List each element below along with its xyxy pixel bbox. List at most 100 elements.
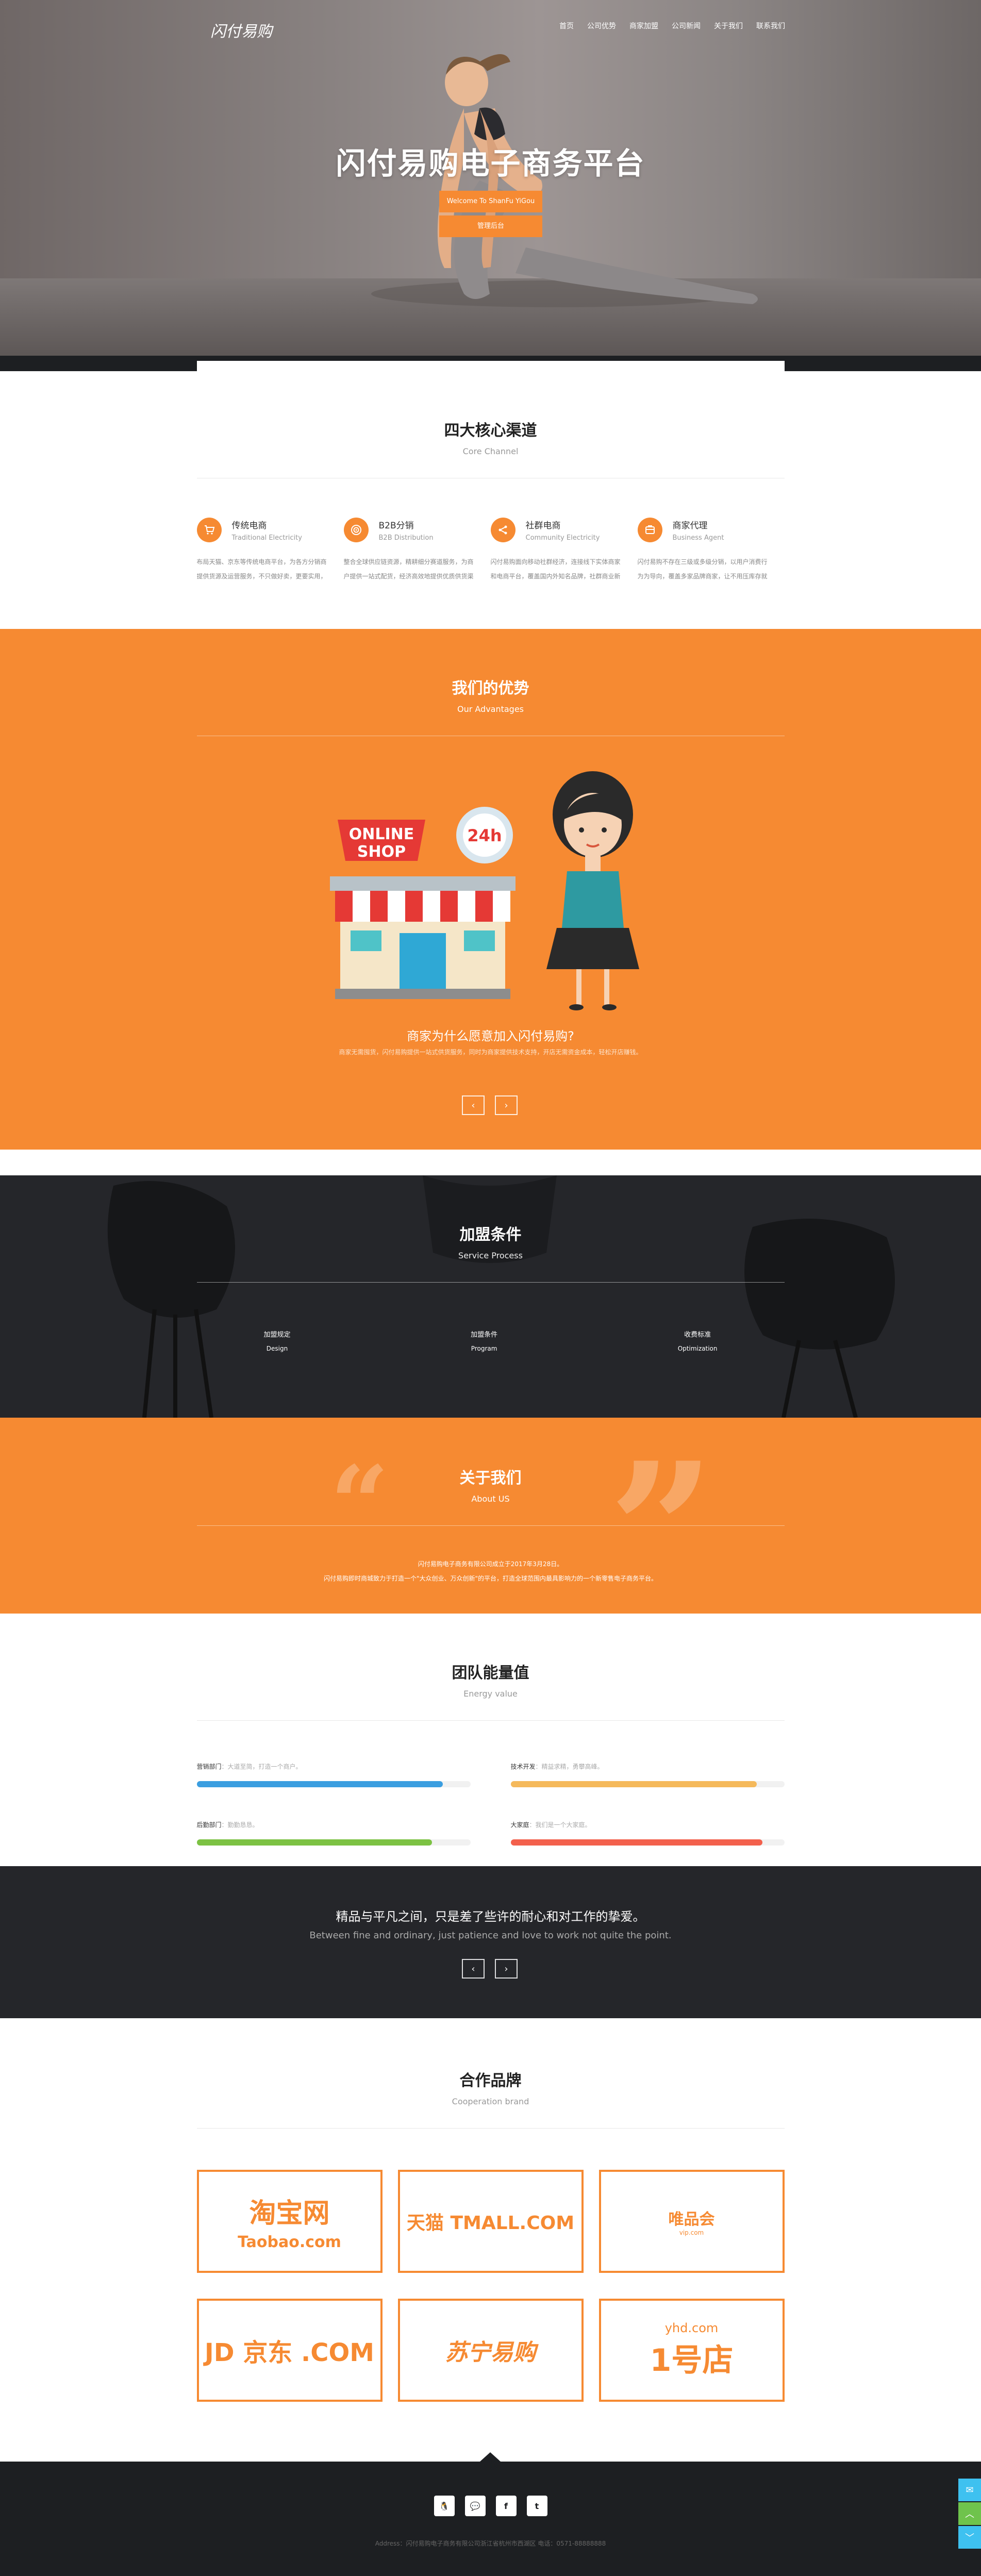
channel-item[interactable]: B2B分销 B2B Distribution 整合全球供应链资源，精耕细分赛道服… <box>343 518 491 584</box>
energy-bar: 后勤部门：勤勤恳恳。 <box>196 1820 471 1846</box>
brand-suning[interactable]: 苏宁易购 <box>397 2299 584 2402</box>
team-energy-section: 团队能量值 Energy value 营销部门：大道至简，打造一个商户。 技术开… <box>0 1614 981 1866</box>
brand-vip[interactable]: 唯品会 vip.com <box>598 2170 785 2273</box>
brand-name: 苏宁易购 <box>445 2339 536 2366</box>
bar-track <box>510 1839 785 1846</box>
divider <box>196 2128 785 2129</box>
menu-item-news[interactable]: 公司新闻 <box>672 21 701 31</box>
scroll-up-icon[interactable]: ︿ <box>958 2502 981 2525</box>
menu-item-home[interactable]: 首页 <box>559 21 574 31</box>
join-conditions-item[interactable]: 加盟条件 Program <box>471 1329 497 1352</box>
brand-jd[interactable]: JD 京东 .COM <box>196 2299 383 2402</box>
brand-domain: yhd.com <box>664 2320 719 2335</box>
channel-item[interactable]: 社群电商 Community Electricity 闪付易购面向移动社群经济，… <box>490 518 638 584</box>
energy-bar: 营销部门：大道至简，打造一个商户。 <box>196 1762 471 1787</box>
bar-note: 精益求精，勇攀高峰。 <box>541 1763 604 1770</box>
24h-badge: 24h <box>467 826 502 845</box>
section-title: 合作品牌 <box>459 2072 522 2090</box>
menu-item-contact[interactable]: 联系我们 <box>756 21 785 31</box>
bar-note: 我们是一个大家庭。 <box>535 1821 591 1829</box>
section-subtitle: Cooperation brand <box>452 2097 529 2106</box>
bar-fill <box>196 1781 443 1787</box>
bar-name: 技术开发 <box>510 1763 536 1770</box>
energy-bar: 技术开发：精益求精，勇攀高峰。 <box>510 1762 785 1787</box>
prev-arrow-icon[interactable]: ‹ <box>462 1095 485 1115</box>
qq-icon[interactable]: 🐧 <box>434 2496 455 2516</box>
divider <box>196 1525 785 1526</box>
brand-taobao[interactable]: 淘宝网 Taobao.com <box>196 2170 383 2273</box>
divider <box>196 1282 785 1283</box>
next-arrow-icon[interactable]: › <box>495 1959 518 1979</box>
about-section: “ ” 关于我们 About US 闪付易购电子商务有限公司成立于2017年3月… <box>0 1418 981 1614</box>
menu-item-about[interactable]: 关于我们 <box>714 21 743 31</box>
twitter-icon[interactable]: t <box>526 2496 547 2516</box>
side-toolbar: ✉ ︿ ﹀ <box>958 2479 981 2550</box>
bar-fill <box>510 1781 757 1787</box>
menu-item-advantages[interactable]: 公司优势 <box>587 21 616 31</box>
bar-fill <box>196 1839 433 1846</box>
prev-arrow-icon[interactable]: ‹ <box>462 1959 485 1979</box>
section-subtitle: Core Channel <box>462 446 519 456</box>
bar-fill <box>510 1839 763 1846</box>
logo-text: 闪付易购 <box>210 23 272 41</box>
share-icon <box>490 518 516 542</box>
brand-yhd[interactable]: yhd.com 1号店 <box>598 2299 785 2402</box>
join-fees-item[interactable]: 收费标准 Optimization <box>678 1329 718 1352</box>
admin-button[interactable]: 管理后台 <box>439 215 542 237</box>
bar-note: 大道至简，打造一个商户。 <box>227 1763 302 1770</box>
motto-chinese: 精品与平凡之间，只是差了些许的耐心和对工作的挚爱。 <box>336 1909 645 1924</box>
join-item-label: 加盟规定 <box>263 1331 291 1339</box>
welcome-button[interactable]: Welcome To ShanFu YiGou <box>439 191 542 212</box>
menu-item-join[interactable]: 商家加盟 <box>629 21 658 31</box>
channel-item[interactable]: 传统电商 Traditional Electricity 布局天猫、京东等传统电… <box>196 518 344 584</box>
bar-track <box>196 1781 471 1787</box>
channel-en-name: Business Agent <box>672 534 724 542</box>
section-title: 四大核心渠道 <box>444 422 537 440</box>
section-subtitle: Energy value <box>463 1689 518 1699</box>
shop-sign-line1: ONLINE <box>349 825 414 843</box>
wechat-icon[interactable]: 💬 <box>464 2496 486 2516</box>
site-logo[interactable]: 闪付易购 <box>210 20 293 41</box>
scroll-down-icon[interactable]: ﹀ <box>958 2526 981 2549</box>
channel-name: B2B分销 <box>378 521 414 531</box>
about-line: 闪付易购即时商城致力于打造一个"大众创业、万众创新"的平台，打造全球范围内最具影… <box>323 1575 658 1582</box>
brand-domain: vip.com <box>679 2229 704 2236</box>
brand-name: 1号店 <box>650 2342 734 2379</box>
channel-desc: 闪付易购不存在三级或多级分销，以用户消费行为为导向，覆盖多家品牌商家，让不用压库… <box>637 558 768 580</box>
footer: 🐧 💬 f t Address：闪付易购电子商务有限公司浙江省杭州市西湖区 电话… <box>0 2452 981 2576</box>
core-channel-section: 四大核心渠道 Core Channel 传统电商 Traditional Ele… <box>0 371 981 629</box>
section-title: 加盟条件 <box>459 1226 522 1244</box>
section-subtitle: Our Advantages <box>457 704 524 714</box>
channel-en-name: B2B Distribution <box>378 534 434 542</box>
bar-note: 勤勤恳恳。 <box>227 1821 259 1829</box>
hero-bottom-bar <box>0 356 981 371</box>
top-navigation: 闪付易购 首页 公司优势 商家加盟 公司新闻 关于我们 联系我们 <box>0 0 981 57</box>
advantage-description: 商家无需囤货，闪付易购提供一站式供货服务，同时为商家提供技术支持，开店无需资金成… <box>339 1049 642 1056</box>
channel-desc: 整合全球供应链资源，精耕细分赛道服务，为商户提供一站式配货，经济高效地提供优质供… <box>343 558 474 580</box>
bar-name: 大家庭 <box>510 1821 529 1829</box>
brand-name: 唯品会 <box>668 2211 715 2229</box>
channel-desc: 布局天猫、京东等传统电商平台，为各方分销商提供货源及运营服务，不只做好卖，更要实… <box>196 558 327 580</box>
footer-notch <box>480 2452 501 2462</box>
bar-track <box>510 1781 785 1787</box>
target-icon <box>343 518 369 542</box>
section-title: 团队能量值 <box>452 1664 529 1682</box>
brand-name: JD 京东 .COM <box>204 2338 375 2367</box>
channel-item[interactable]: 商家代理 Business Agent 闪付易购不存在三级或多级分销，以用户消费… <box>637 518 785 584</box>
energy-bar: 大家庭：我们是一个大家庭。 <box>510 1820 785 1846</box>
section-title: 关于我们 <box>459 1469 522 1487</box>
message-icon[interactable]: ✉ <box>958 2479 981 2501</box>
brand-name: 淘宝网 <box>249 2198 330 2229</box>
join-item-label: 收费标准 <box>684 1331 711 1339</box>
cooperation-brand-section: 合作品牌 Cooperation brand 淘宝网 Taobao.com 天猫… <box>0 2018 981 2462</box>
join-rules-item[interactable]: 加盟规定 Design <box>264 1329 291 1352</box>
hero-title: 闪付易购电子商务平台 <box>336 146 645 181</box>
facebook-icon[interactable]: f <box>495 2496 517 2516</box>
motto-section: 精品与平凡之间，只是差了些许的耐心和对工作的挚爱。 Between fine a… <box>0 1866 981 2018</box>
footer-address: Address：闪付易购电子商务有限公司浙江省杭州市西湖区 电话：0571-88… <box>375 2540 606 2547</box>
advantages-section: 我们的优势 Our Advantages ONLINE SHOP 24h 商家为… <box>0 629 981 1150</box>
brand-tmall[interactable]: 天猫 TMALL.COM <box>397 2170 584 2273</box>
next-arrow-icon[interactable]: › <box>495 1095 518 1115</box>
motto-slider-controls: ‹ › <box>462 1959 518 1979</box>
bar-track <box>196 1839 471 1846</box>
